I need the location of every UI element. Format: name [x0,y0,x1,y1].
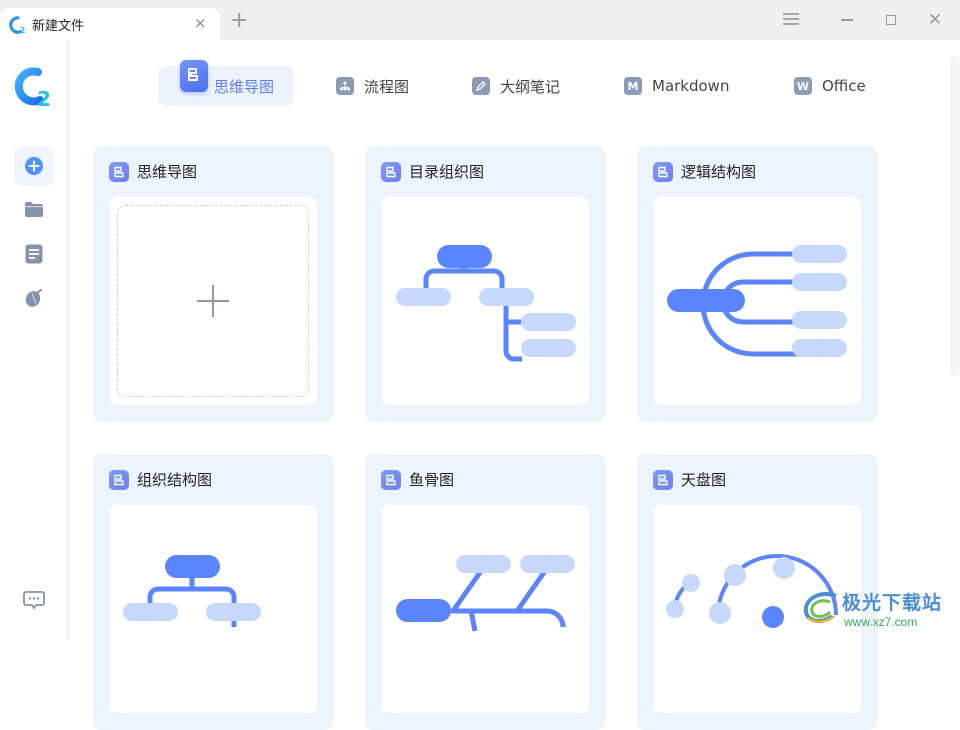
tab-label: 思维导图 [214,77,275,96]
tab-outline-notes[interactable]: 大纲笔记 [472,66,560,106]
svg-text:2: 2 [37,87,51,106]
tab-close-icon[interactable]: × [194,14,207,32]
app-logo: 2 [14,67,51,106]
acorn-icon [25,289,42,307]
office-icon: W [794,77,812,95]
sidebar: 2 [0,40,68,640]
tab-label: 流程图 [364,77,410,96]
app-logo-icon: 2 [9,16,26,34]
template-preview [109,197,317,405]
template-title: 天盘图 [681,471,727,489]
sidebar-item-acorn[interactable] [14,278,54,318]
template-title: 目录组织图 [409,163,485,181]
tab-label: Markdown [652,77,730,95]
fishbone-diagram [396,555,575,632]
plus-circle-icon [25,157,43,175]
tab-office[interactable]: W Office [794,66,866,106]
watermark: 极光下载站 www.xz7.com [800,586,960,640]
template-preview [653,197,861,405]
logic-structure-diagram [667,245,847,357]
scrollbar[interactable] [950,56,960,376]
folder-icon [25,202,43,217]
template-card-mindmap[interactable]: 思维导图 [93,146,333,422]
pen-icon [472,77,490,95]
org-chart-diagram [123,555,261,627]
directory-tree-diagram [396,245,576,362]
template-card-org[interactable]: 组织结构图 [93,454,333,730]
plus-icon [197,285,229,317]
template-card-directory[interactable]: 目录组织图 [365,146,605,422]
tab-flowchart[interactable]: 流程图 [336,66,409,106]
sidebar-item-folder[interactable] [14,190,54,230]
mindmap-icon [180,60,208,92]
new-tab-button[interactable]: + [230,8,248,34]
sidebar-item-feedback[interactable] [14,580,54,620]
watermark-url: www.xz7.com [844,615,918,629]
menu-icon[interactable] [780,10,802,30]
tab-markdown[interactable]: M Markdown [624,66,729,106]
template-icon [653,161,673,182]
template-icon [653,469,673,490]
template-preview [109,505,317,713]
template-title: 思维导图 [137,163,198,181]
template-icon [381,161,401,182]
close-window-icon[interactable]: ✕ [924,10,946,30]
file-tab[interactable]: 2 新建文件 × [0,8,220,40]
template-title: 组织结构图 [137,471,213,489]
title-bar: 2 新建文件 × + ✕ [0,0,960,40]
template-icon [381,469,401,490]
watermark-title: 极光下载站 [842,592,943,614]
watermark-logo-icon [803,592,837,623]
template-title: 逻辑结构图 [681,163,757,181]
template-icon [109,469,129,490]
sidebar-item-document[interactable] [14,234,54,274]
tab-label: 大纲笔记 [500,77,561,96]
flowchart-icon [336,77,354,95]
tab-mindmap[interactable]: 思维导图 [158,60,294,106]
chat-icon [23,591,45,610]
template-title: 鱼骨图 [409,471,455,489]
template-preview [381,505,589,713]
maximize-icon[interactable] [880,10,902,30]
document-icon [25,244,43,264]
template-icon [109,161,129,182]
tab-label: Office [822,77,866,95]
minimize-icon[interactable] [836,10,858,30]
markdown-icon: M [624,77,642,95]
sidebar-item-new[interactable] [14,146,54,186]
template-card-logic[interactable]: 逻辑结构图 [637,146,877,422]
tab-title: 新建文件 [32,19,85,34]
template-preview [381,197,589,405]
template-card-fishbone[interactable]: 鱼骨图 [365,454,605,730]
svg-text:2: 2 [20,25,26,34]
